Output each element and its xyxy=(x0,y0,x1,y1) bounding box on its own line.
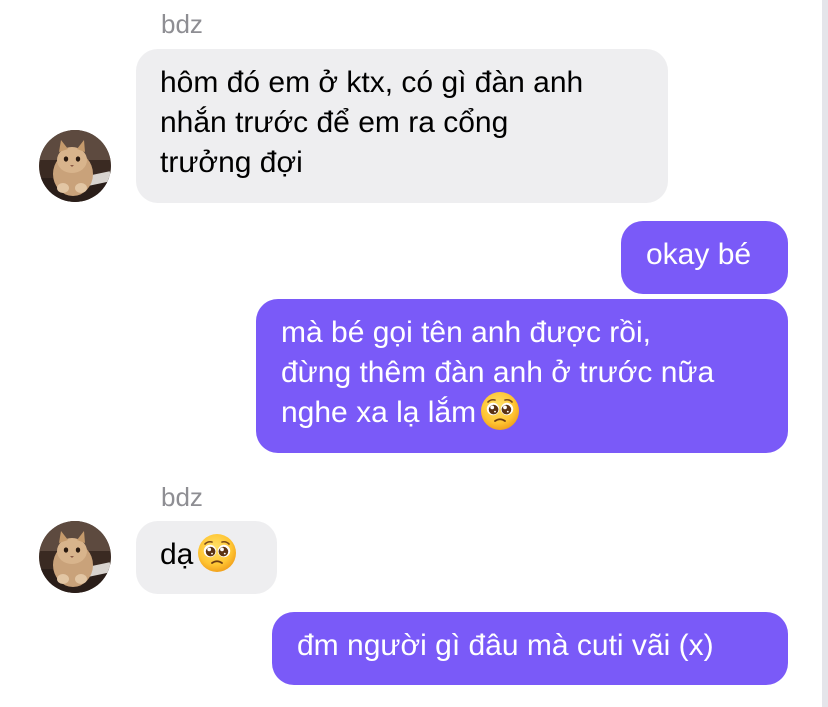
sender-name: bdz xyxy=(161,482,203,512)
message-bubble-incoming[interactable]: hôm đó em ở ktx, có gì đàn anh nhắn trướ… xyxy=(136,49,668,203)
cat-avatar-icon[interactable] xyxy=(39,521,111,593)
message-bubble-outgoing[interactable]: đm người gì đâu mà cuti vãi (x) xyxy=(272,612,788,685)
message-text-line: đừng thêm đàn anh ở trước nữa xyxy=(281,356,715,389)
pleading-face-emoji-icon xyxy=(480,391,520,431)
message-bubble-outgoing[interactable]: okay bé xyxy=(621,221,788,294)
message-bubble-outgoing[interactable]: mà bé gọi tên anh được rồi, đừng thêm đà… xyxy=(256,299,788,453)
message-text-line: nghe xa lạ lắm xyxy=(281,396,477,429)
chat-thread: bdz hôm đó em ở ktx, có gì đàn anh nhắn … xyxy=(0,0,822,707)
message-text-line: mà bé gọi tên anh được rồi, xyxy=(281,316,651,349)
sender-name: bdz xyxy=(161,9,203,39)
message-text-line: trưởng đợi xyxy=(160,146,303,179)
message-text-line: đm người gì đâu mà cuti vãi (x) xyxy=(297,629,714,662)
message-text-line: dạ xyxy=(160,538,194,571)
pleading-face-emoji-icon xyxy=(197,533,237,573)
cat-avatar-icon[interactable] xyxy=(39,130,111,202)
message-text-line: hôm đó em ở ktx, có gì đàn anh xyxy=(160,66,584,99)
message-text-line: okay bé xyxy=(646,238,752,271)
window-edge xyxy=(822,0,828,707)
message-bubble-incoming[interactable]: dạ xyxy=(136,521,277,594)
message-text-line: nhắn trước để em ra cổng xyxy=(160,106,509,139)
